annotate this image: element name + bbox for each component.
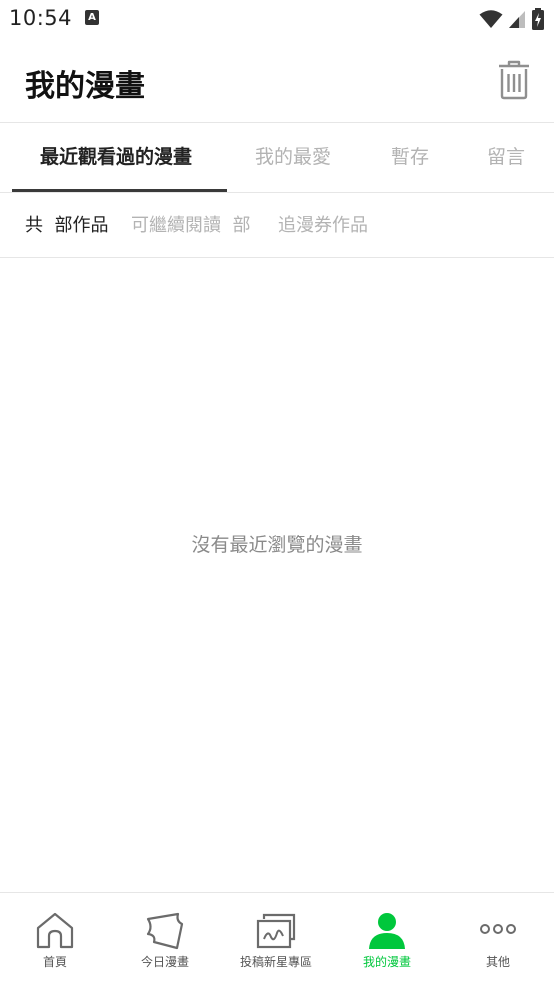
notification-icon: A — [85, 10, 99, 25]
person-icon — [369, 913, 405, 949]
bottom-navigation: 首頁 今日漫畫 投稿新星專區 我的漫畫 其他 — [0, 892, 554, 985]
nav-more[interactable]: 其他 — [443, 893, 553, 985]
status-icons — [479, 8, 545, 30]
nav-daily-comics[interactable]: 今日漫畫 — [110, 893, 220, 985]
tab-recently-viewed[interactable]: 最近觀看過的漫畫 — [40, 123, 192, 192]
filter-all-works[interactable]: 共 部作品 — [25, 193, 108, 259]
trash-icon — [499, 60, 529, 100]
delete-button[interactable] — [496, 60, 532, 100]
nav-daily-comics-label: 今日漫畫 — [140, 955, 189, 969]
filter-continue-reading[interactable]: 可繼續閱讀 部 — [131, 193, 250, 259]
home-icon — [36, 912, 74, 949]
daily-comic-icon — [146, 912, 184, 950]
battery-icon — [532, 8, 544, 30]
nav-more-label: 其他 — [485, 955, 510, 969]
nav-canvas[interactable]: 投稿新星專區 — [221, 893, 331, 985]
tab-bar: 最近觀看過的漫畫 我的最愛 暫存 留言 — [0, 123, 554, 192]
nav-home[interactable]: 首頁 — [0, 893, 110, 985]
nav-home-label: 首頁 — [42, 955, 67, 969]
nav-my-comics-label: 我的漫畫 — [362, 955, 411, 969]
screen: 10:54 A 我的漫畫 最近觀看過的漫畫 我的最愛 暫存 留言 共 部作品 可… — [0, 0, 554, 985]
filters-divider — [0, 257, 554, 258]
more-icon — [480, 924, 516, 934]
empty-state-message: 沒有最近瀏覽的漫畫 — [191, 534, 363, 556]
nav-my-comics[interactable]: 我的漫畫 — [332, 893, 442, 985]
wifi-icon — [479, 10, 503, 28]
filter-pass-works[interactable]: 追漫券作品 — [278, 193, 368, 259]
tab-favorites[interactable]: 我的最愛 — [255, 123, 331, 192]
canvas-icon — [256, 913, 296, 949]
page-title: 我的漫畫 — [25, 69, 145, 104]
status-bar: 10:54 A — [0, 0, 554, 38]
status-time: 10:54 — [9, 6, 73, 30]
filter-row: 共 部作品 可繼續閱讀 部 追漫券作品 — [0, 193, 554, 257]
tab-temp-storage[interactable]: 暫存 — [391, 123, 429, 192]
nav-canvas-label: 投稿新星專區 — [239, 955, 312, 969]
header: 我的漫畫 — [0, 38, 554, 122]
signal-icon — [509, 11, 525, 28]
tab-comments[interactable]: 留言 — [487, 123, 525, 192]
